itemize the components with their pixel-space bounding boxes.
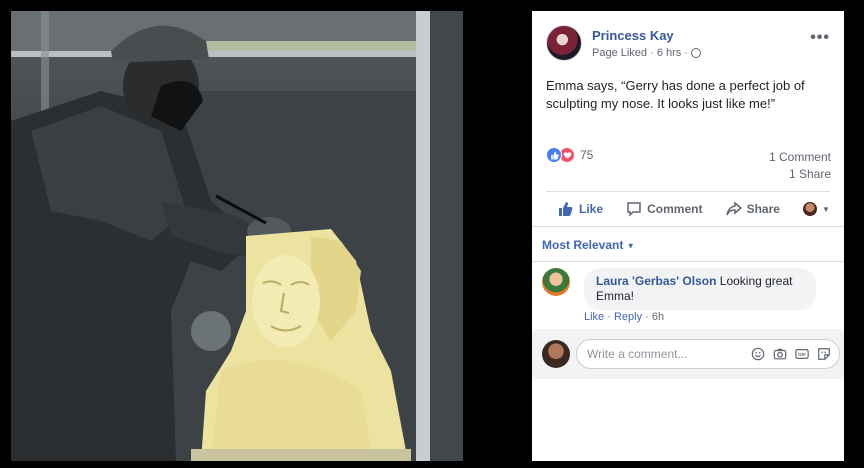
user-avatar	[803, 202, 818, 216]
sticker-icon[interactable]	[817, 347, 831, 361]
comment-reply-link[interactable]: Reply	[614, 311, 642, 323]
page-avatar[interactable]	[546, 25, 582, 61]
post-meta-text: Page Liked · 6 hrs ·	[592, 46, 688, 59]
post-meta: Page Liked · 6 hrs ·	[592, 47, 701, 59]
comment-icon	[627, 202, 641, 217]
svg-text:GIF: GIF	[798, 352, 806, 358]
comment-input-placeholder: Write a comment...	[587, 347, 688, 361]
post-header: Princess Kay Page Liked · 6 hrs ·	[546, 25, 701, 61]
chevron-down-icon: ▼	[822, 204, 830, 214]
comment-sort-label: Most Relevant	[542, 238, 624, 252]
like-reaction-icon	[546, 147, 562, 163]
butter-sculpture-photo	[11, 11, 463, 461]
page-name-link[interactable]: Princess Kay	[592, 28, 701, 43]
post-panel: Princess Kay Page Liked · 6 hrs · ••• Em…	[532, 11, 844, 461]
comment-sort-dropdown[interactable]: Most Relevant ▼	[542, 238, 635, 252]
comment-button[interactable]: Comment	[626, 201, 702, 217]
post-body-text: Emma says, “Gerry has done a perfect job…	[546, 78, 805, 111]
comment-button-label: Comment	[647, 202, 703, 216]
engagement-counts: 1 Comment 1 Share	[769, 149, 831, 183]
globe-icon	[691, 47, 701, 58]
reaction-count: 75	[580, 148, 594, 162]
current-user-avatar[interactable]	[542, 340, 570, 368]
divider	[532, 261, 844, 262]
composer-icons: GIF	[751, 347, 831, 361]
caret-down-icon: ▼	[626, 241, 635, 251]
divider	[546, 191, 830, 192]
commenter-avatar[interactable]	[542, 268, 570, 296]
more-options-icon[interactable]: •••	[810, 29, 830, 47]
like-button-label: Like	[579, 202, 604, 216]
photo-theater: Princess Kay Page Liked · 6 hrs · ••• Em…	[0, 0, 864, 468]
reactions-summary[interactable]: 75	[546, 147, 593, 163]
comment-actions: Like · Reply · 6h	[584, 311, 664, 323]
separator-dot: ·	[607, 311, 614, 323]
comment-count-link[interactable]: 1 Comment	[769, 149, 831, 166]
post-actions-bar: Like Comment Share ▼	[546, 197, 830, 221]
camera-icon[interactable]	[773, 347, 787, 361]
comment-composer: Write a comment... GIF	[542, 339, 840, 369]
share-icon	[725, 201, 742, 216]
comment-like-link[interactable]: Like	[584, 311, 604, 323]
commenter-name-link[interactable]: Laura 'Gerbas' Olson	[596, 274, 716, 288]
comment-input[interactable]: Write a comment... GIF	[576, 339, 840, 369]
thumbs-up-icon	[559, 202, 573, 216]
share-button-label: Share	[746, 202, 780, 216]
like-button[interactable]: Like	[558, 201, 603, 217]
post-photo[interactable]	[11, 11, 463, 461]
comment-timestamp[interactable]: 6h	[652, 311, 664, 323]
separator-dot: ·	[645, 311, 652, 323]
emoji-icon[interactable]	[751, 347, 765, 361]
share-button[interactable]: Share	[725, 201, 780, 217]
audience-selector[interactable]: ▼	[803, 202, 830, 216]
comment-bubble: Laura 'Gerbas' Olson Looking great Emma!	[584, 268, 816, 310]
divider	[532, 226, 844, 227]
gif-icon[interactable]: GIF	[795, 347, 809, 361]
comment-item: Laura 'Gerbas' Olson Looking great Emma!	[542, 268, 816, 310]
header-text: Princess Kay Page Liked · 6 hrs ·	[592, 28, 701, 59]
share-count-link[interactable]: 1 Share	[769, 166, 831, 183]
